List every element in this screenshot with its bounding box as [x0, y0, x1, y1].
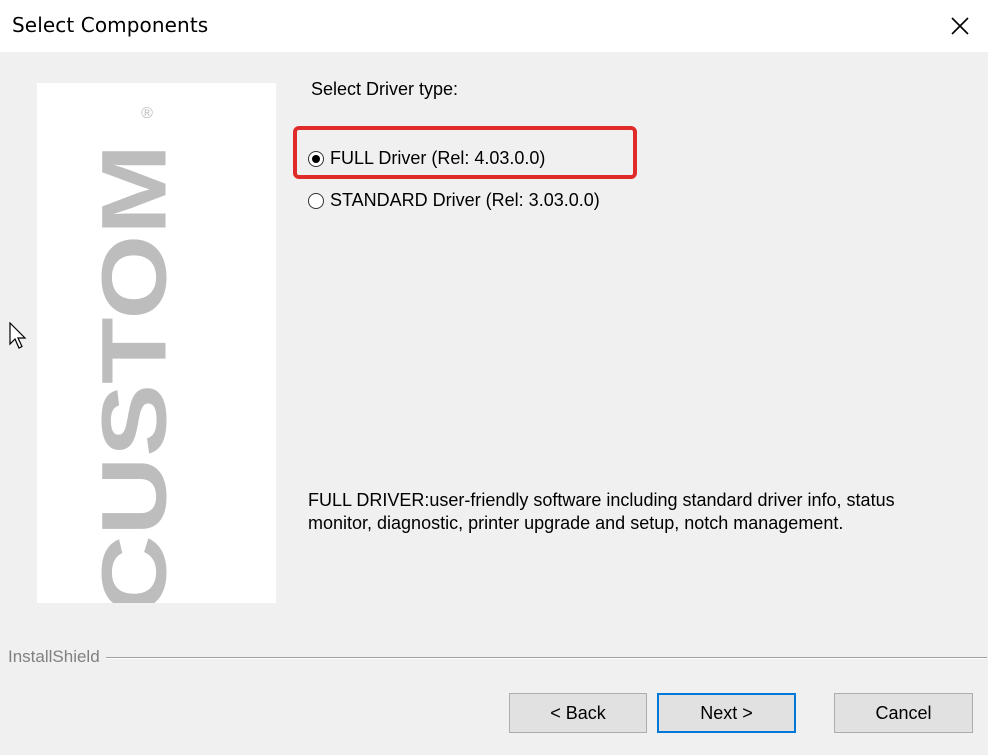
window-title: Select Components [12, 13, 209, 37]
standard-driver-label: STANDARD Driver (Rel: 3.03.0.0) [330, 190, 600, 210]
logo-wordmark: CUSTOM [83, 144, 185, 603]
radio-button-unchecked[interactable] [308, 192, 324, 209]
cancel-button[interactable]: Cancel [834, 693, 973, 733]
radio-full-driver[interactable]: FULL Driver (Rel: 4.03.0.0) [308, 148, 545, 169]
close-icon [951, 17, 969, 35]
footer-divider [8, 657, 987, 659]
registered-mark: ® [141, 105, 153, 122]
radio-button-checked[interactable] [308, 150, 324, 167]
close-button[interactable] [940, 8, 980, 44]
brand-logo-panel: ® CUSTOM [37, 83, 276, 603]
driver-description: FULL DRIVER:user-friendly software inclu… [308, 490, 895, 533]
mouse-pointer-icon [9, 322, 27, 349]
full-driver-label: FULL Driver (Rel: 4.03.0.0) [330, 148, 546, 168]
radio-standard-driver[interactable]: STANDARD Driver (Rel: 3.03.0.0) [308, 190, 600, 211]
title-bar: Select Components [0, 0, 988, 52]
installshield-label: InstallShield [8, 647, 106, 667]
driver-type-heading: Select Driver type: [311, 79, 459, 99]
custom-logo: ® CUSTOM [83, 105, 185, 603]
back-button[interactable]: < Back [509, 693, 647, 733]
next-button[interactable]: Next > [657, 693, 796, 733]
